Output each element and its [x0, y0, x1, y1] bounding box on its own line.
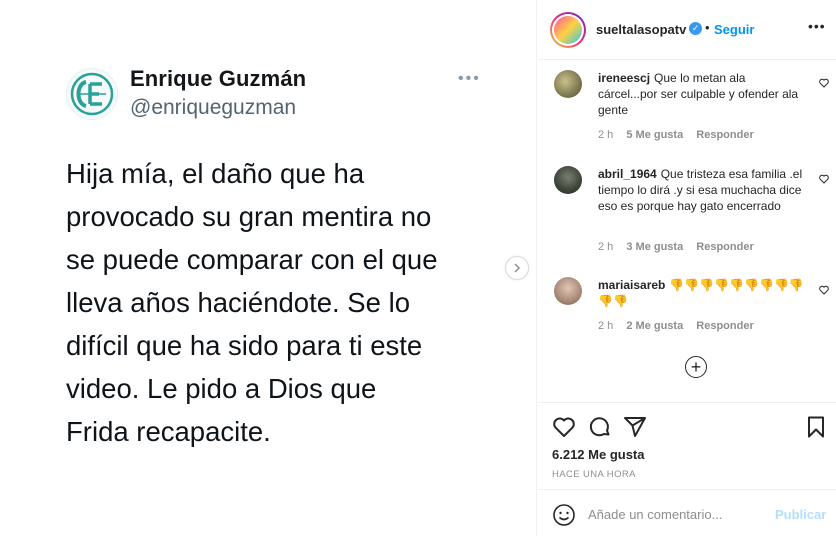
tweet-line: provocado su gran mentira no	[66, 201, 432, 232]
tweet-line: Frida recapacite.	[66, 416, 271, 447]
comment-likes[interactable]: 5 Me gusta	[626, 129, 683, 141]
comment-meta: 2 h 5 Me gusta Responder	[598, 129, 764, 141]
tweet-line: difícil que ha sido para ti este	[66, 330, 423, 361]
comment-time: 2 h	[598, 320, 614, 332]
like-comment-heart-icon[interactable]	[819, 78, 829, 88]
account-avatar[interactable]	[550, 12, 586, 48]
likes-count[interactable]: 6.212 Me gusta	[552, 447, 645, 462]
comment-username[interactable]: mariaisareb	[598, 278, 665, 292]
comment-meta: 2 h 3 Me gusta Responder	[598, 241, 764, 253]
like-comment-heart-icon[interactable]	[819, 174, 829, 184]
monogram-logo-icon	[70, 72, 114, 116]
comment-likes[interactable]: 3 Me gusta	[626, 241, 683, 253]
tweet-line: Hija mía, el daño que ha	[66, 158, 365, 189]
post-actions: 6.212 Me gusta HACE UNA HORA Publicar	[538, 402, 836, 536]
add-comment-bar: Publicar	[538, 489, 836, 536]
like-heart-icon[interactable]	[552, 415, 576, 439]
post-sidebar: sueltalasopatv ✓ • Seguir ••• ireneescj Q…	[538, 0, 836, 536]
publish-button[interactable]: Publicar	[775, 507, 826, 522]
tweet-line: se puede comparar con el que	[66, 244, 438, 275]
next-slide-button[interactable]	[505, 256, 529, 280]
tweet-line: video. Le pido a Dios que	[66, 373, 377, 404]
comment-text: ireneescj Que lo metan ala cárcel...por s…	[598, 70, 806, 118]
verified-badge-icon: ✓	[689, 22, 702, 35]
post-media: Enrique Guzmán @enriqueguzman ••• Hija m…	[0, 0, 537, 536]
reply-button[interactable]: Responder	[696, 241, 753, 253]
post-header: sueltalasopatv ✓ • Seguir •••	[538, 0, 836, 60]
comment-username[interactable]: ireneescj	[598, 71, 650, 85]
separator-dot: •	[705, 20, 710, 35]
share-send-icon[interactable]	[623, 415, 647, 439]
comment-bubble-icon[interactable]	[588, 415, 612, 439]
plus-icon: +	[690, 357, 702, 377]
tweet-line: lleva años haciéndote. Se lo	[66, 287, 410, 318]
commenter-avatar[interactable]	[554, 70, 582, 98]
comment-username[interactable]: abril_1964	[598, 167, 657, 181]
commenter-avatar[interactable]	[554, 166, 582, 194]
reply-button[interactable]: Responder	[696, 320, 753, 332]
comment-text: abril_1964 Que tristeza esa familia .el t…	[598, 166, 806, 214]
comment-time: 2 h	[598, 241, 614, 253]
tweet-avatar	[66, 68, 118, 120]
post-timestamp: HACE UNA HORA	[552, 469, 636, 480]
save-bookmark-icon[interactable]	[804, 415, 828, 439]
more-options-icon[interactable]: •••	[808, 18, 826, 34]
account-username[interactable]: sueltalasopatv	[596, 22, 686, 37]
tweet-display-name: Enrique Guzmán	[130, 66, 307, 91]
comment-text: mariaisareb 👎👎👎👎👎👎👎👎👎👎👎	[598, 277, 806, 309]
tweet-handle: @enriqueguzman	[130, 96, 297, 119]
tweet-text: Hija mía, el daño que ha provocado su gr…	[66, 152, 506, 453]
comment-likes[interactable]: 2 Me gusta	[626, 320, 683, 332]
follow-button[interactable]: Seguir	[714, 22, 754, 37]
tweet-more-icon: •••	[458, 70, 481, 87]
emoji-icon[interactable]	[552, 503, 576, 527]
comment-meta: 2 h 2 Me gusta Responder	[598, 320, 764, 332]
chevron-right-icon	[514, 263, 521, 273]
commenter-avatar[interactable]	[554, 277, 582, 305]
comment-time: 2 h	[598, 129, 614, 141]
add-comment-input[interactable]	[588, 500, 768, 528]
reply-button[interactable]: Responder	[696, 129, 753, 141]
load-more-comments-button[interactable]: +	[685, 356, 707, 378]
like-comment-heart-icon[interactable]	[819, 285, 829, 295]
account-logo-icon	[554, 16, 582, 44]
